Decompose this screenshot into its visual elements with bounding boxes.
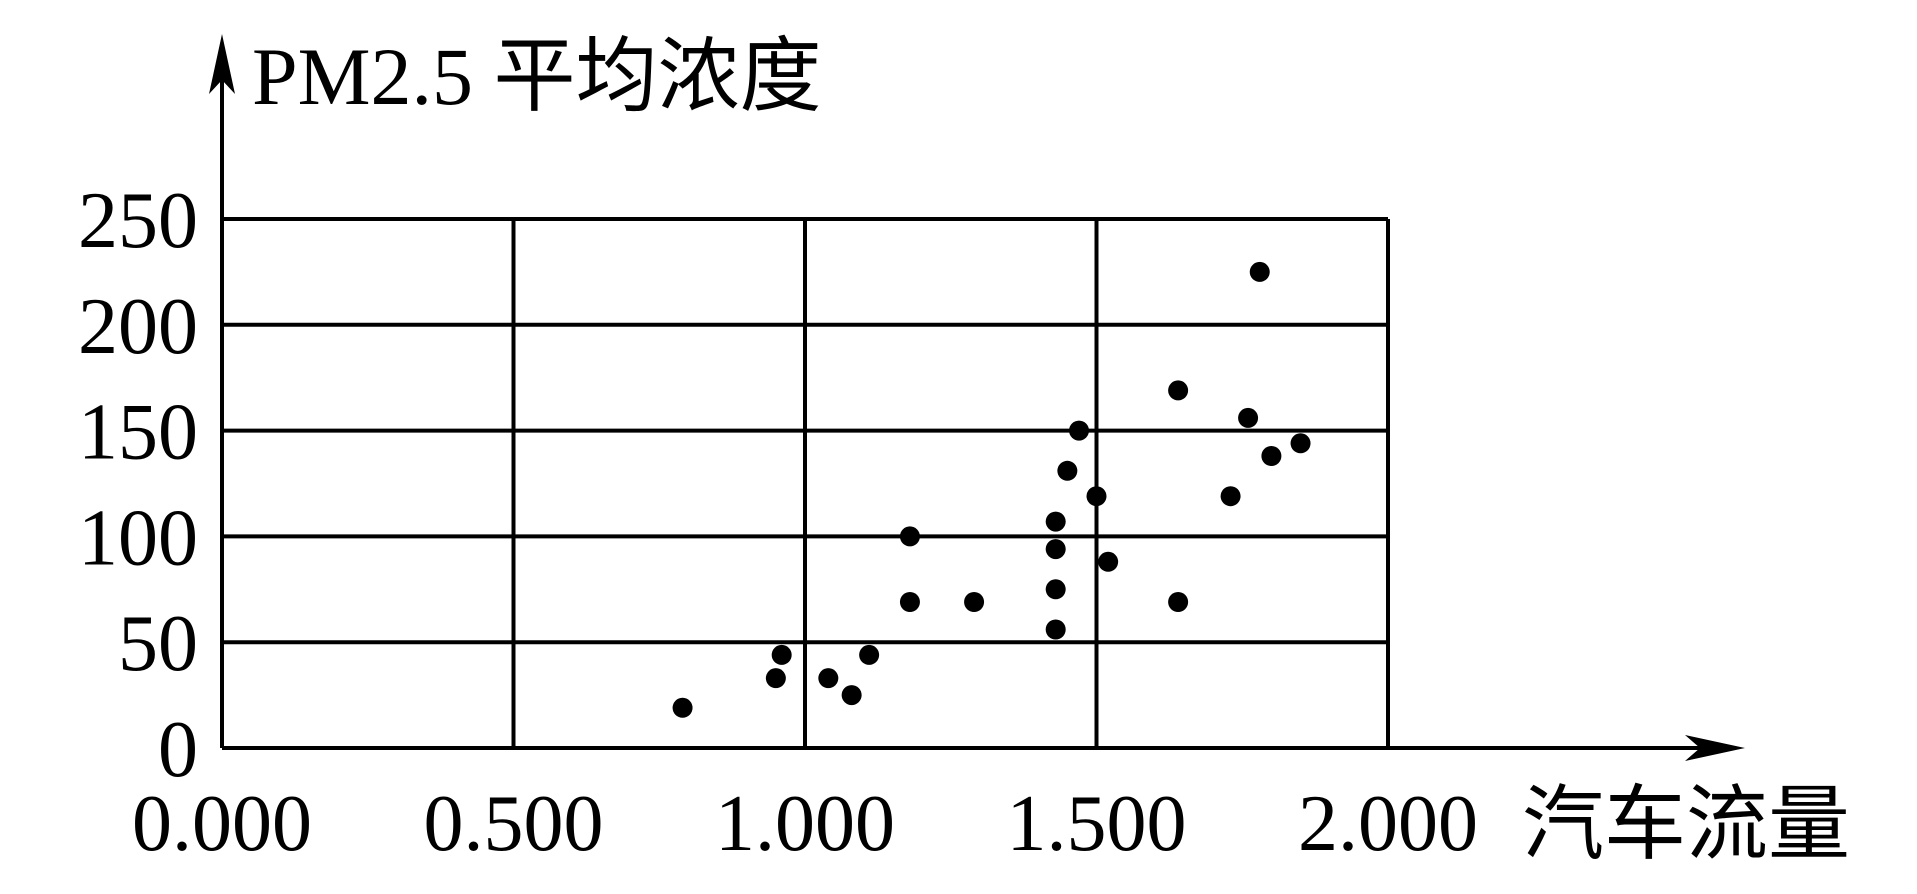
x-tick-label: 1.500 bbox=[1007, 780, 1187, 868]
data-point bbox=[818, 668, 839, 689]
y-tick-label: 150 bbox=[78, 389, 198, 477]
data-point bbox=[1045, 539, 1066, 560]
data-point bbox=[1290, 433, 1311, 454]
grid-lines bbox=[222, 217, 1390, 748]
data-point bbox=[1168, 591, 1189, 612]
data-point bbox=[899, 526, 920, 547]
x-tick-label: 0.500 bbox=[424, 780, 604, 868]
data-point bbox=[765, 668, 786, 689]
x-tick-label: 2.000 bbox=[1298, 780, 1478, 868]
data-point bbox=[859, 644, 880, 665]
data-point bbox=[1238, 407, 1259, 428]
data-point bbox=[1069, 420, 1090, 441]
x-tick-label: 1.000 bbox=[715, 780, 895, 868]
data-point bbox=[1045, 511, 1066, 532]
data-point bbox=[1098, 551, 1119, 572]
axes bbox=[209, 34, 1745, 761]
data-point bbox=[1168, 380, 1189, 401]
data-point bbox=[1249, 261, 1270, 282]
y-tick-label: 50 bbox=[118, 600, 198, 688]
y-tick-label: 100 bbox=[78, 494, 198, 582]
tick-labels: 0501001502002500.000 0.500 1.000 1.500 2.000 bbox=[78, 177, 1478, 868]
x-tick-label: 0.000 bbox=[132, 780, 312, 868]
data-point bbox=[1057, 460, 1078, 481]
data-point bbox=[1086, 486, 1107, 507]
data-point bbox=[964, 591, 985, 612]
y-tick-label: 200 bbox=[78, 283, 198, 371]
data-point bbox=[899, 591, 920, 612]
x-axis-label: 汽车流量 bbox=[1522, 779, 1850, 870]
scatter-chart: 0501001502002500.000 0.500 1.000 1.500 2.000… bbox=[78, 31, 1850, 870]
data-point bbox=[771, 644, 792, 665]
data-point bbox=[1220, 486, 1241, 507]
data-point bbox=[1261, 445, 1282, 466]
y-axis-label: PM2.5 平均浓度 bbox=[252, 31, 822, 122]
data-point bbox=[1045, 579, 1066, 600]
data-point bbox=[672, 697, 693, 718]
data-point bbox=[1045, 619, 1066, 640]
data-point bbox=[841, 685, 862, 706]
y-tick-label: 250 bbox=[78, 177, 198, 265]
data-points bbox=[672, 261, 1311, 718]
